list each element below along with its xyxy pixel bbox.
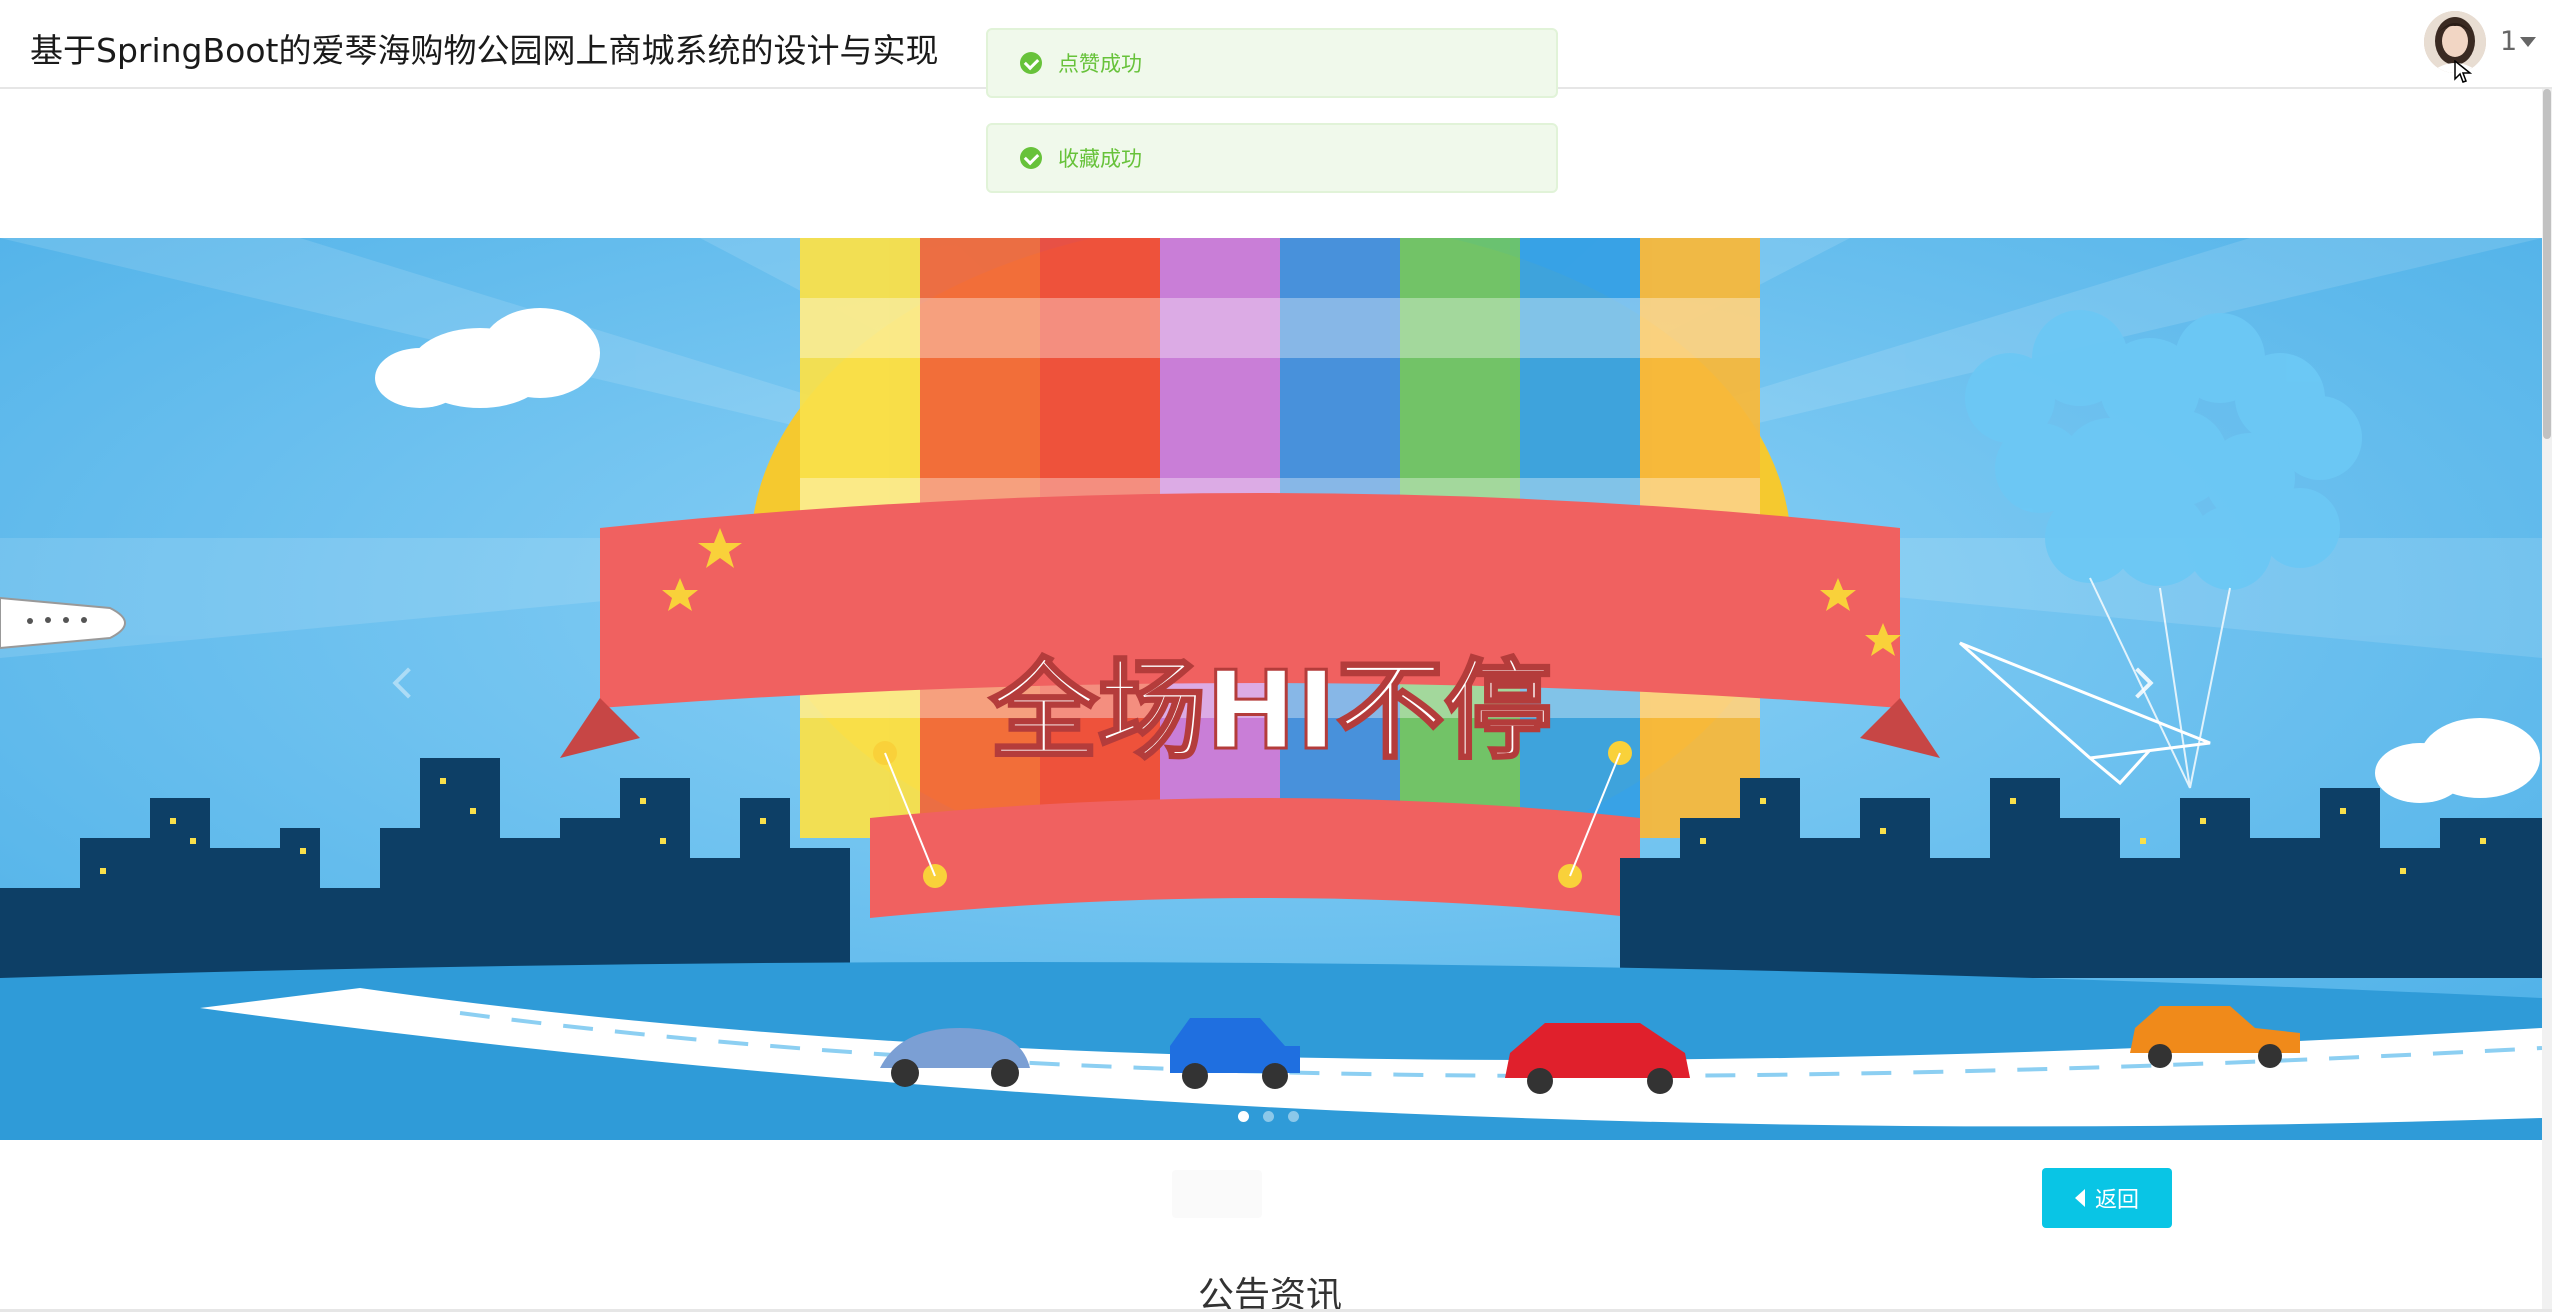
scrollbar-thumb[interactable] — [2543, 89, 2551, 439]
banner-carousel[interactable]: 全场HI不停 — [0, 238, 2542, 1140]
page-scrollbar[interactable] — [2542, 89, 2552, 1312]
user-name[interactable]: 1 — [2500, 26, 2517, 57]
back-button-label: 返回 — [2094, 1188, 2139, 1213]
banner-headline: 全场HI不停 — [989, 649, 1553, 774]
chevron-left-icon — [392, 667, 424, 699]
check-circle-icon — [1020, 52, 1042, 74]
toast-favorite-success: 收藏成功 — [986, 123, 1558, 193]
caret-down-icon[interactable] — [2520, 37, 2536, 47]
back-button[interactable]: 返回 — [2042, 1168, 2172, 1228]
site-title: 基于SpringBoot的爱琴海购物公园网上商城系统的设计与实现 — [30, 31, 939, 70]
placeholder-area — [1172, 1170, 1262, 1218]
chevron-right-icon — [2122, 667, 2154, 699]
carousel-indicators — [1238, 1111, 1299, 1122]
mouse-cursor-icon — [2454, 60, 2472, 83]
toast-message: 收藏成功 — [1058, 147, 1142, 171]
caret-left-icon — [2074, 1189, 2085, 1207]
toast-like-success: 点赞成功 — [986, 28, 1558, 98]
carousel-next-button[interactable] — [2108, 643, 2168, 723]
carousel-dot-1[interactable] — [1238, 1111, 1249, 1122]
toast-message: 点赞成功 — [1058, 52, 1142, 76]
section-title-announcements: 公告资讯 — [1198, 1275, 1343, 1312]
check-circle-icon — [1020, 147, 1042, 169]
carousel-prev-button[interactable] — [378, 643, 438, 723]
carousel-dot-3[interactable] — [1288, 1111, 1299, 1122]
carousel-dot-2[interactable] — [1263, 1111, 1274, 1122]
